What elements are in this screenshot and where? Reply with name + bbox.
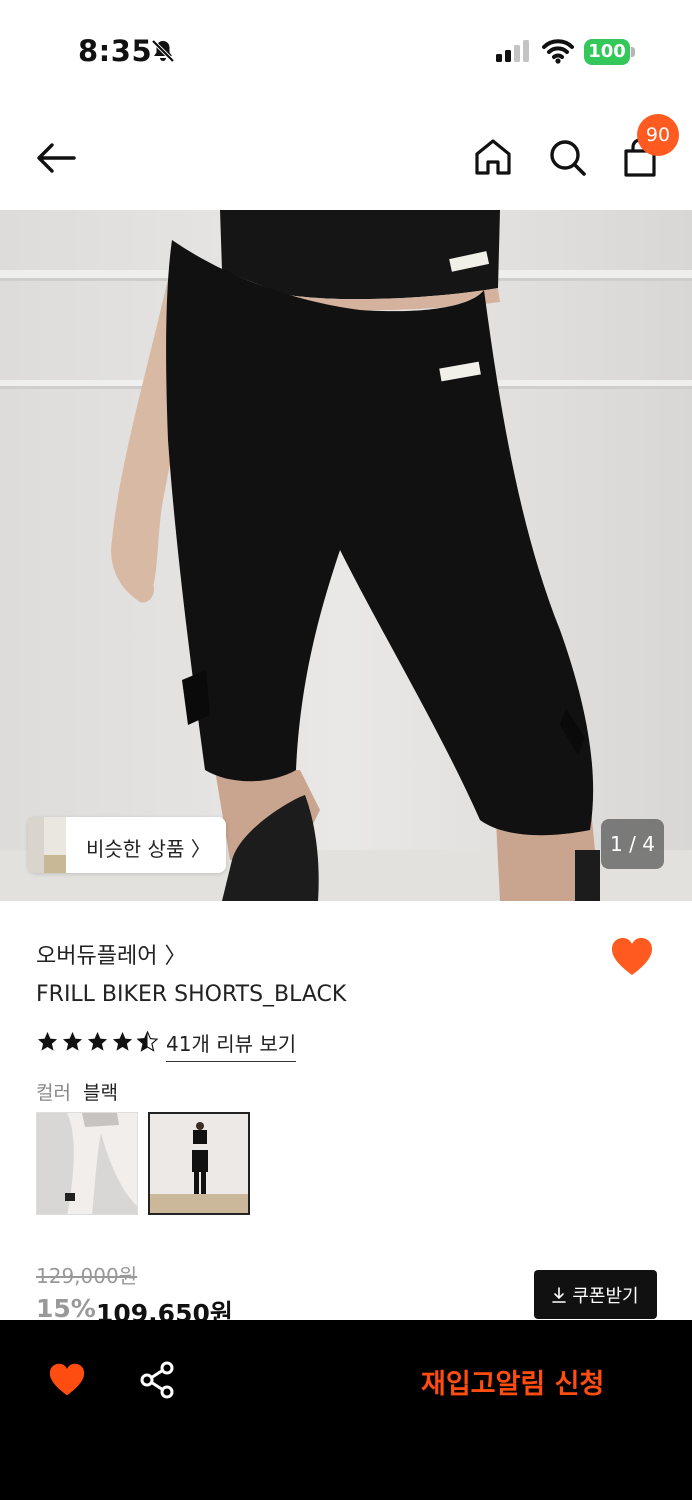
- coupon-label: 쿠폰받기: [572, 1285, 639, 1307]
- similar-products-label: 비슷한 상품 〉: [86, 837, 211, 861]
- home-icon[interactable]: [472, 136, 514, 178]
- rating-stars: [36, 1030, 159, 1058]
- half-star-icon: [136, 1030, 159, 1052]
- wishlist-heart-icon[interactable]: [48, 1362, 86, 1398]
- share-icon[interactable]: [138, 1360, 176, 1400]
- color-swatch-black[interactable]: [148, 1112, 250, 1215]
- color-label: 컬러: [36, 1082, 71, 1104]
- reviews-link[interactable]: 41개 리뷰 보기: [166, 1028, 297, 1062]
- star-icon: [87, 1031, 108, 1051]
- brand-link[interactable]: 오버듀플레어 〉: [36, 938, 186, 970]
- download-icon: [552, 1286, 567, 1303]
- wifi-icon: [542, 39, 574, 64]
- bell-slash-icon: [151, 39, 175, 63]
- status-time: 8:35: [78, 34, 153, 68]
- battery-level: 100: [584, 39, 630, 65]
- color-swatch-ivory[interactable]: [36, 1112, 138, 1215]
- search-icon[interactable]: [546, 136, 588, 178]
- heart-icon[interactable]: [610, 936, 654, 978]
- cart-count-badge: 90: [637, 114, 679, 156]
- star-icon: [37, 1031, 58, 1051]
- color-option-row: 컬러 블랙: [36, 1078, 118, 1105]
- arrow-left-icon[interactable]: [34, 138, 78, 178]
- discount-rate: 15%: [36, 1294, 96, 1323]
- top-nav: [0, 110, 692, 210]
- product-name: FRILL BIKER SHORTS_BLACK: [36, 982, 347, 1007]
- image-pager: 1 / 4: [601, 819, 664, 869]
- signal-icon: [496, 40, 529, 62]
- status-bar: 8:35 100: [0, 0, 692, 100]
- product-photo: [0, 210, 692, 901]
- restock-alert-button[interactable]: 재입고알림 신청: [421, 1362, 604, 1401]
- bottom-action-bar: [0, 1320, 692, 1500]
- star-icon: [112, 1031, 133, 1051]
- color-value: 블랙: [82, 1082, 118, 1104]
- similar-products-button[interactable]: 비슷한 상품 〉: [28, 817, 226, 873]
- similar-thumbnails: [28, 817, 66, 873]
- product-image[interactable]: [0, 210, 692, 901]
- original-price: 129,000원: [36, 1264, 138, 1288]
- star-icon: [62, 1031, 83, 1051]
- coupon-button[interactable]: 쿠폰받기: [534, 1270, 657, 1319]
- battery-icon: 100: [584, 39, 636, 65]
